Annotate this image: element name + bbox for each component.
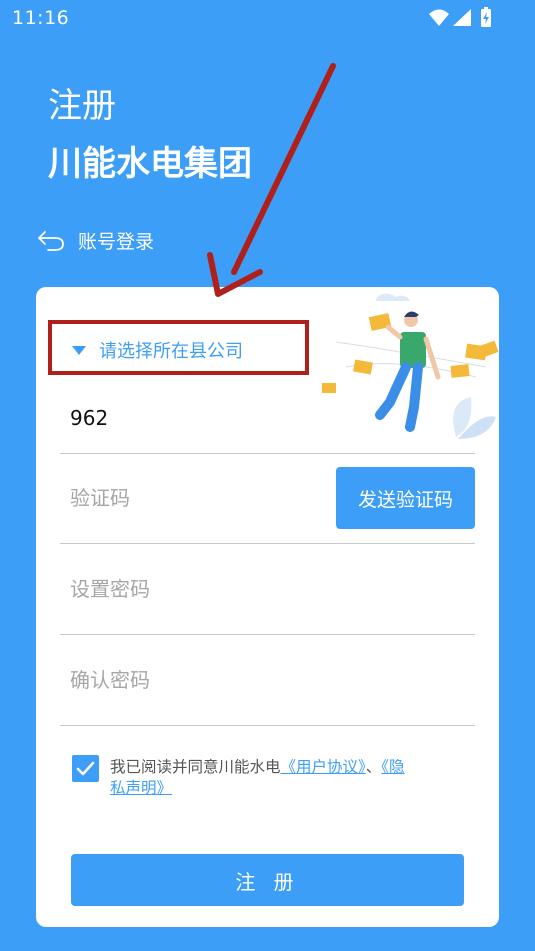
company-name: 川能水电集团 <box>48 144 252 184</box>
checkmark-icon <box>76 761 95 776</box>
phone-input[interactable] <box>70 383 330 453</box>
set-password-input[interactable] <box>70 543 330 634</box>
wifi-icon <box>429 9 449 26</box>
confirm-password-field <box>60 634 475 726</box>
account-login-label: 账号登录 <box>78 230 155 253</box>
agreement-separator: 、 <box>365 758 382 776</box>
register-button[interactable]: 注 册 <box>71 854 464 906</box>
user-agreement-link[interactable]: 《用户协议》 <box>281 758 366 776</box>
signal-icon <box>453 9 471 26</box>
register-card: 请选择所在县公司 发送验证码 我已阅读并同意川能水电《用户协议》、《隐私声明》 … <box>36 287 499 927</box>
send-code-button[interactable]: 发送验证码 <box>336 467 475 529</box>
agreement-prefix: 我已阅读并同意川能水电 <box>110 758 281 776</box>
agreement-checkbox[interactable] <box>72 755 99 782</box>
back-icon <box>38 231 64 251</box>
verification-code-input[interactable] <box>70 453 330 543</box>
status-bar: 11:16 <box>0 0 535 36</box>
battery-icon <box>481 7 491 27</box>
confirm-password-input[interactable] <box>70 634 330 725</box>
agreement-text: 我已阅读并同意川能水电《用户协议》、《隐 私声明》 <box>110 757 485 799</box>
password-field <box>60 543 475 635</box>
page-title: 注册 <box>48 86 116 126</box>
status-icons <box>429 7 491 27</box>
account-login-link[interactable]: 账号登录 <box>36 224 154 256</box>
phone-field <box>60 383 475 454</box>
status-time: 11:16 <box>12 7 70 29</box>
annotation-highlight-box <box>48 320 309 375</box>
